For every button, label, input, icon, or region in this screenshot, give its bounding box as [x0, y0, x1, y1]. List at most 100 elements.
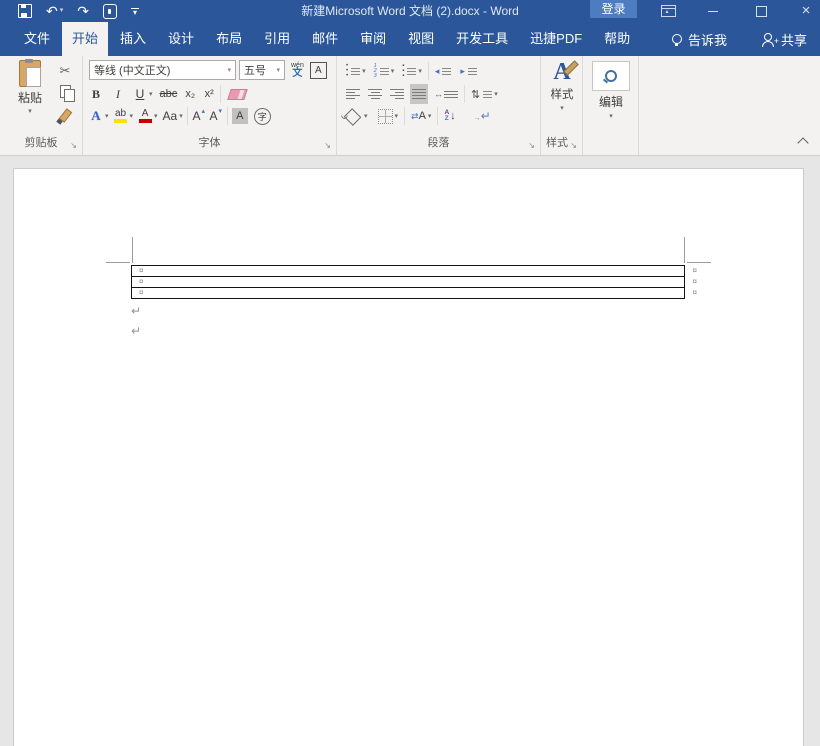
tab-help[interactable]: 帮助 — [594, 22, 640, 56]
share-button[interactable]: + 共享 — [761, 30, 807, 49]
align-center-button[interactable] — [366, 84, 384, 104]
redo-button[interactable]: ↷ — [77, 0, 89, 22]
table-row[interactable]: ¤ ¤ — [132, 276, 684, 287]
table-row[interactable]: ¤ ¤ — [132, 287, 684, 298]
change-case-button[interactable]: Aa — [163, 106, 178, 126]
touch-mode-button[interactable] — [103, 4, 117, 19]
bold-button[interactable]: B — [89, 84, 103, 104]
font-color-button[interactable]: A — [138, 106, 152, 126]
tab-insert[interactable]: 插入 — [110, 22, 156, 56]
styles-icon: A — [553, 59, 570, 85]
ribbon-display-options-button[interactable] — [653, 0, 683, 22]
tab-design[interactable]: 设计 — [158, 22, 204, 56]
paragraph-dialog-launcher[interactable]: ↘ — [528, 141, 535, 150]
justify-button[interactable] — [410, 84, 428, 104]
distributed-button[interactable]: ↔ — [432, 84, 460, 104]
bullets-dropdown-icon[interactable]: ▾ — [362, 67, 366, 75]
numbering-dropdown-icon[interactable]: ▾ — [391, 67, 395, 75]
styles-dropdown-icon[interactable]: ▾ — [544, 104, 580, 112]
tab-xunjie-pdf[interactable]: 迅捷PDF — [520, 22, 592, 56]
clear-formatting-button[interactable] — [225, 84, 246, 104]
table-row[interactable]: ¤ ¤ — [132, 266, 684, 276]
enclose-characters-button[interactable]: 字 — [254, 108, 271, 125]
text-effects-dropdown-icon[interactable]: ▾ — [105, 112, 109, 120]
customize-qat-button[interactable]: ▾ — [131, 8, 139, 15]
tab-layout[interactable]: 布局 — [206, 22, 252, 56]
redo-icon: ↷ — [77, 0, 89, 22]
margin-mark-left-vertical — [132, 237, 133, 263]
increase-indent-button[interactable]: ▸ — [458, 61, 479, 81]
document-table[interactable]: ¤ ¤ ¤ ¤ ¤ ¤ — [131, 265, 685, 299]
highlight-dropdown-icon[interactable]: ▾ — [130, 112, 134, 120]
clipboard-dialog-launcher[interactable]: ↘ — [70, 141, 77, 150]
line-spacing-dropdown-icon[interactable]: ▾ — [494, 90, 498, 98]
font-color-dropdown-icon[interactable]: ▾ — [154, 112, 158, 120]
sign-in-button[interactable]: 登录 — [590, 0, 637, 18]
change-case-dropdown-icon[interactable]: ▾ — [179, 112, 183, 120]
save-button[interactable] — [18, 4, 32, 18]
styles-dialog-launcher[interactable]: ↘ — [570, 141, 577, 150]
close-button[interactable]: × — [791, 0, 820, 22]
tab-view[interactable]: 视图 — [398, 22, 444, 56]
multilevel-dropdown-icon[interactable]: ▾ — [418, 67, 422, 75]
paste-dropdown-icon[interactable]: ▾ — [7, 107, 53, 115]
font-size-dropdown-icon[interactable]: ▾ — [276, 66, 280, 74]
numbering-button[interactable]: 123 ▾ — [372, 61, 397, 81]
tab-home[interactable]: 开始 — [62, 22, 108, 56]
tab-developer[interactable]: 开发工具 — [446, 22, 518, 56]
editing-box — [592, 61, 630, 91]
font-name-combo[interactable]: 等线 (中文正文) ▾ — [89, 60, 236, 80]
minimize-button[interactable] — [698, 0, 728, 22]
highlight-button[interactable]: ab — [114, 106, 128, 126]
collapse-ribbon-button[interactable] — [797, 137, 808, 148]
superscript-button[interactable]: x² — [202, 84, 216, 104]
borders-dropdown-icon[interactable]: ▾ — [395, 112, 399, 120]
character-border-button[interactable]: A — [310, 62, 327, 79]
tab-references[interactable]: 引用 — [254, 22, 300, 56]
character-shading-button[interactable]: A — [232, 108, 248, 124]
tab-mailings[interactable]: 邮件 — [302, 22, 348, 56]
line-spacing-button[interactable]: ⇅▾ — [469, 84, 500, 104]
styles-button[interactable]: A 样式 ▾ — [544, 59, 580, 112]
editing-dropdown-icon[interactable]: ▾ — [591, 112, 631, 120]
multilevel-list-button[interactable]: ▪▪▪ ▾ — [400, 61, 424, 81]
maximize-button[interactable] — [746, 0, 776, 22]
align-right-button[interactable] — [388, 84, 406, 104]
underline-button[interactable]: U — [133, 84, 147, 104]
asian-layout-button[interactable]: ⇄A▾ — [409, 106, 433, 126]
text-effects-button[interactable]: A — [89, 106, 103, 126]
paste-button[interactable]: 粘贴 ▾ — [7, 60, 53, 115]
paragraph-mark: ↵ — [131, 305, 141, 317]
format-painter-button[interactable] — [55, 106, 75, 124]
shrink-font-button[interactable]: A▾ — [209, 106, 223, 126]
distributed-icon — [444, 91, 458, 98]
sort-button[interactable]: AZ↓ — [442, 106, 457, 126]
decrease-indent-button[interactable]: ◂ — [433, 61, 454, 81]
shading-dropdown-icon[interactable]: ▾ — [364, 112, 368, 120]
font-size-combo[interactable]: 五号 ▾ — [239, 60, 285, 80]
underline-dropdown-icon[interactable]: ▾ — [149, 90, 153, 98]
cut-button[interactable]: ✂ — [55, 62, 75, 80]
undo-dropdown-icon[interactable]: ▾ — [60, 0, 64, 22]
strikethrough-button[interactable]: abc — [160, 84, 178, 104]
undo-button[interactable]: ↶▾ — [46, 0, 63, 22]
bullets-button[interactable]: ••• ▾ — [344, 61, 368, 81]
align-left-button[interactable] — [344, 84, 362, 104]
shading-button[interactable]: ▾ — [344, 106, 370, 126]
borders-button[interactable]: ▾ — [376, 106, 401, 126]
font-name-dropdown-icon[interactable]: ▾ — [227, 66, 231, 74]
show-hide-marks-button[interactable]: →↵ — [472, 106, 493, 126]
phonetic-guide-button[interactable]: wén 文 — [291, 62, 304, 79]
font-dialog-launcher[interactable]: ↘ — [324, 141, 331, 150]
italic-button[interactable]: I — [111, 84, 125, 104]
document-page[interactable]: ¤ ¤ ¤ ¤ ¤ ¤ ↵ ↵ — [13, 168, 804, 746]
asian-layout-dropdown-icon[interactable]: ▾ — [428, 112, 432, 120]
copy-button[interactable] — [55, 82, 75, 100]
grow-font-button[interactable]: A▴ — [192, 106, 206, 126]
tell-me-button[interactable]: 告诉我 — [672, 30, 727, 49]
tab-review[interactable]: 审阅 — [350, 22, 396, 56]
paste-clipboard-icon — [19, 60, 41, 87]
editing-button[interactable]: 编辑 ▾ — [591, 61, 631, 120]
tab-file[interactable]: 文件 — [14, 22, 60, 56]
subscript-button[interactable]: x₂ — [183, 84, 197, 104]
